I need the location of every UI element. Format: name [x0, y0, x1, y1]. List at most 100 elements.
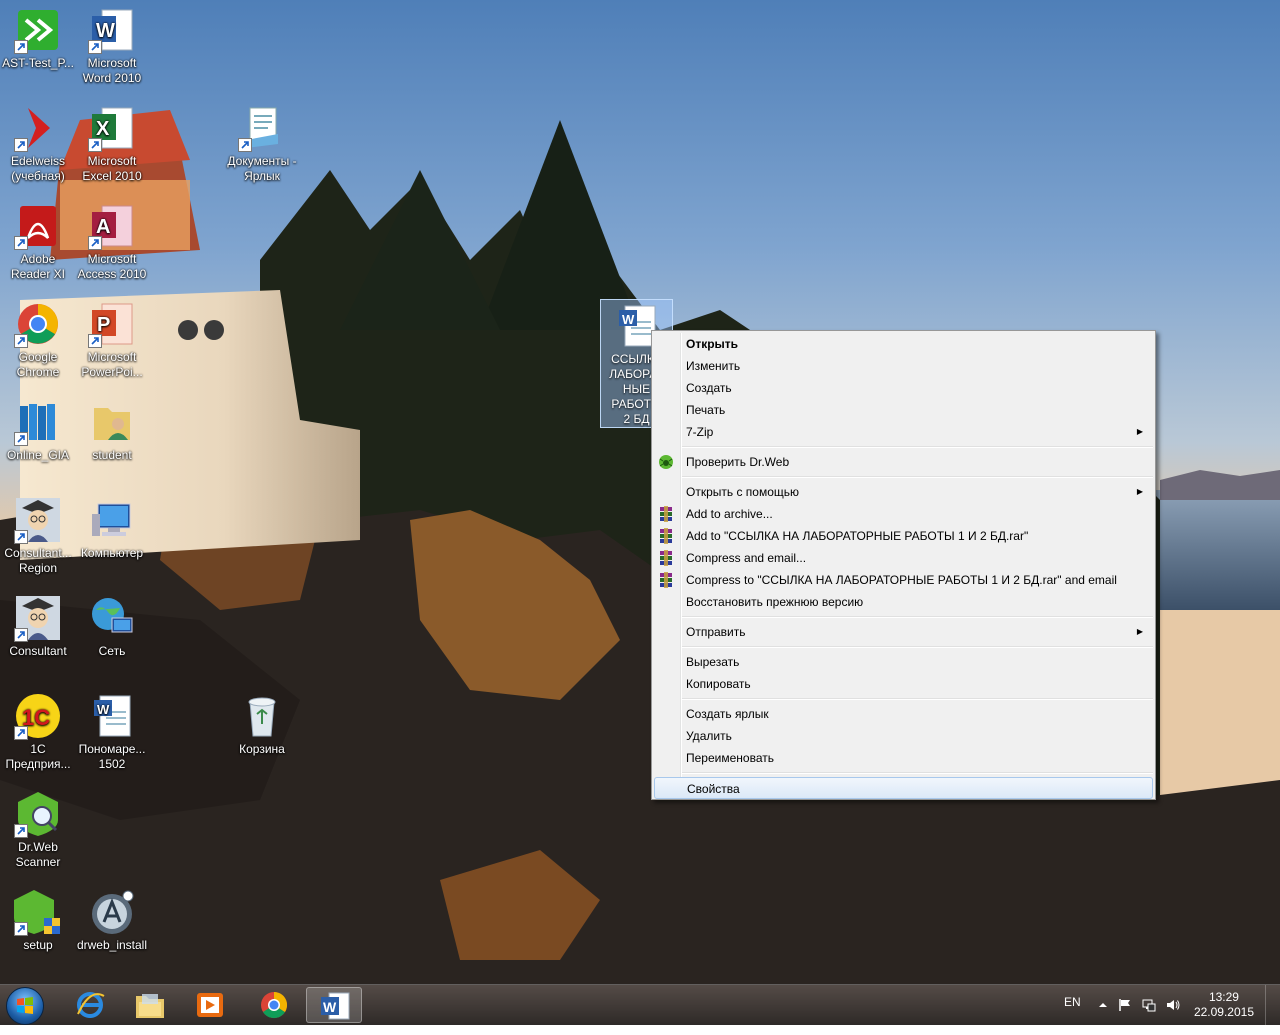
shortcut-arrow-icon	[88, 334, 102, 348]
menu-item-add-to-rar[interactable]: Add to "ССЫЛКА НА ЛАБОРАТОРНЫЕ РАБОТЫ 1 …	[654, 525, 1153, 547]
desktop-icon-drweb-scanner[interactable]: Dr.Web Scanner	[0, 790, 76, 870]
volume-icon[interactable]	[1166, 998, 1180, 1012]
shortcut-arrow-icon	[14, 40, 28, 54]
menu-item-create-shortcut[interactable]: Создать ярлык	[654, 703, 1153, 725]
shortcut-arrow-icon	[14, 922, 28, 936]
svg-text:W: W	[96, 20, 115, 42]
explorer-folder-icon	[136, 994, 164, 1018]
taskbar-internet-explorer[interactable]	[62, 987, 118, 1023]
icon-label: Consultant... Region	[4, 546, 72, 575]
show-hidden-icon[interactable]	[1096, 998, 1110, 1012]
winrar-icon	[658, 550, 674, 566]
menu-item-compress-email[interactable]: Compress and email...	[654, 547, 1153, 569]
menu-item-send-to[interactable]: Отправить ▶	[654, 621, 1153, 643]
menu-item-print[interactable]: Печать	[654, 399, 1153, 421]
desktop-icon-online-gia[interactable]: Online_GIA	[0, 398, 76, 463]
winrar-icon	[658, 506, 674, 522]
action-center-flag-icon[interactable]	[1118, 998, 1132, 1012]
drweb-spider-icon	[658, 454, 674, 470]
desktop-icon-access[interactable]: A Microsoft Access 2010	[74, 202, 150, 282]
adobe-reader-icon	[14, 202, 62, 250]
desktop-icon-excel[interactable]: X Microsoft Excel 2010	[74, 104, 150, 184]
menu-item-open[interactable]: Открыть	[654, 333, 1153, 355]
svg-text:X: X	[96, 118, 110, 140]
icon-label: Microsoft Excel 2010	[82, 154, 142, 183]
icon-label: Microsoft Word 2010	[82, 56, 142, 85]
network-icon[interactable]	[1142, 998, 1156, 1012]
desktop-icon-ponomarev-doc[interactable]: W Пономаре... 1502	[74, 692, 150, 772]
books-icon	[14, 398, 62, 446]
menu-item-add-to-archive[interactable]: Add to archive...	[654, 503, 1153, 525]
desktop-icon-computer[interactable]: Компьютер	[74, 496, 150, 561]
desktop-icon-word[interactable]: W Microsoft Word 2010	[74, 6, 150, 86]
excel-icon: X	[88, 104, 136, 152]
internet-explorer-icon	[77, 992, 105, 1018]
desktop-icon-recycle-bin[interactable]: Корзина	[224, 692, 300, 757]
menu-item-delete[interactable]: Удалить	[654, 725, 1153, 747]
menu-item-open-with[interactable]: Открыть с помощью ▶	[654, 481, 1153, 503]
icon-label: Dr.Web Scanner	[15, 840, 61, 869]
desktop-icon-ast-test[interactable]: AST-Test_P...	[0, 6, 76, 71]
desktop-icon-network[interactable]: Сеть	[74, 594, 150, 659]
menu-item-copy[interactable]: Копировать	[654, 673, 1153, 695]
icon-label: Пономаре... 1502	[78, 742, 146, 771]
desktop-icon-edelweiss[interactable]: Edelweiss (учебная)	[0, 104, 76, 184]
desktop-icon-consultant[interactable]: Consultant	[0, 594, 76, 659]
media-player-icon	[197, 993, 223, 1017]
show-desktop-button[interactable]	[1265, 985, 1280, 1025]
taskbar-media-player[interactable]	[182, 987, 238, 1023]
svg-text:A: A	[96, 216, 110, 238]
shortcut-arrow-icon	[14, 236, 28, 250]
icon-label: Документы - Ярлык	[227, 154, 297, 183]
taskbar-word[interactable]: W	[306, 987, 362, 1023]
winrar-icon	[658, 572, 674, 588]
desktop-icon-adobe-reader[interactable]: Adobe Reader XI	[0, 202, 76, 282]
taskbar-explorer[interactable]	[122, 987, 178, 1023]
powerpoint-icon: P	[88, 300, 136, 348]
desktop-icon-powerpoint[interactable]: P Microsoft PowerPoi...	[74, 300, 150, 380]
shortcut-arrow-icon	[14, 726, 28, 740]
language-indicator[interactable]: EN	[1064, 995, 1081, 1035]
desktop-icon-1c[interactable]: 1С 1С Предприя...	[0, 692, 76, 772]
icon-label: 1С Предприя...	[5, 742, 71, 771]
chrome-icon	[14, 300, 62, 348]
icon-label: Edelweiss (учебная)	[10, 154, 66, 183]
icon-label: Adobe Reader XI	[10, 252, 66, 281]
menu-item-restore-previous[interactable]: Восстановить прежнюю версию	[654, 591, 1153, 613]
icon-label: student	[92, 448, 132, 462]
menu-item-7zip[interactable]: 7-Zip ▶	[654, 421, 1153, 443]
icon-label: Сеть	[98, 644, 126, 658]
shortcut-arrow-icon	[14, 432, 28, 446]
menu-separator	[682, 646, 1153, 648]
desktop-icon-setup[interactable]: setup	[0, 888, 76, 953]
menu-item-cut[interactable]: Вырезать	[654, 651, 1153, 673]
desktop-icon-documents[interactable]: Документы - Ярлык	[224, 104, 300, 184]
icon-label: Online_GIA	[6, 448, 70, 462]
menu-item-drweb-check[interactable]: Проверить Dr.Web	[654, 451, 1153, 473]
desktop-icon-student[interactable]: student	[74, 398, 150, 463]
1c-icon: 1С	[14, 692, 62, 740]
icon-label: Consultant	[9, 644, 67, 658]
system-clock[interactable]: 13:29 22.09.2015	[1194, 990, 1254, 1020]
icon-label: Microsoft PowerPoi...	[81, 350, 143, 379]
menu-item-properties[interactable]: Свойства	[654, 777, 1153, 799]
clock-date: 22.09.2015	[1193, 1005, 1254, 1019]
menu-item-compress-to-rar-email[interactable]: Compress to "ССЫЛКА НА ЛАБОРАТОРНЫЕ РАБО…	[654, 569, 1153, 591]
shortcut-arrow-icon	[88, 138, 102, 152]
network-icon	[88, 594, 136, 642]
menu-separator	[682, 698, 1153, 700]
taskbar-chrome[interactable]	[246, 987, 302, 1023]
menu-separator	[682, 476, 1153, 478]
menu-item-new[interactable]: Создать	[654, 377, 1153, 399]
svg-text:W: W	[97, 702, 110, 717]
menu-item-rename[interactable]: Переименовать	[654, 747, 1153, 769]
shortcut-arrow-icon	[88, 236, 102, 250]
icon-label: AST-Test_P...	[2, 56, 74, 70]
svg-text:W: W	[622, 312, 635, 327]
desktop-icon-drweb-install[interactable]: drweb_install	[74, 888, 150, 953]
user-folder-icon	[88, 398, 136, 446]
desktop-icon-consultant-region[interactable]: Consultant... Region	[0, 496, 76, 576]
menu-item-edit[interactable]: Изменить	[654, 355, 1153, 377]
desktop-icon-chrome[interactable]: Google Chrome	[0, 300, 76, 380]
start-button[interactable]	[6, 987, 44, 1025]
